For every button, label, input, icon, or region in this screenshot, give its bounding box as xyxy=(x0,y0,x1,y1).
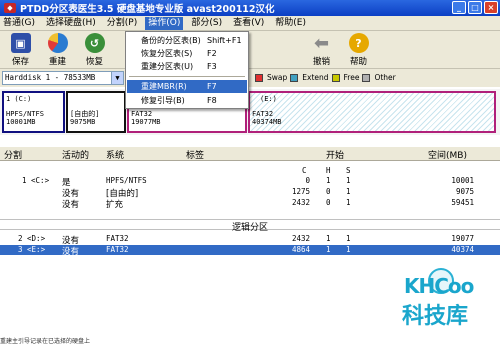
minimize-button[interactable]: _ xyxy=(452,1,466,14)
chevron-down-icon: ▼ xyxy=(111,72,123,84)
operation-dropdown: 备份的分区表(B) Shift+F1 恢复分区表(S) F2 重建分区表(U) … xyxy=(125,31,249,109)
close-button[interactable]: × xyxy=(484,1,498,14)
table-row[interactable]: 没有 扩充 2432 0 1 59451 xyxy=(0,198,500,210)
save-icon: ▣ xyxy=(10,33,31,53)
disk-select[interactable]: Harddisk 1 - 78533MB ▼ xyxy=(2,71,124,85)
menu-operation[interactable]: 操作(O) xyxy=(145,16,184,30)
menu-general[interactable]: 普通(G) xyxy=(0,17,38,30)
disk-bar: Harddisk 1 - 78533MB ▼ xyxy=(0,69,500,87)
rebuild-pie-icon xyxy=(47,33,68,53)
chs-header-row: C H S xyxy=(302,166,351,175)
diskmap-part-c[interactable]: 1 (C:) HPFS/NTFS 10001MB xyxy=(2,91,65,133)
menu-help[interactable]: 帮助(E) xyxy=(272,17,309,30)
menu-item-restore-partition-table[interactable]: 恢复分区表(S) F2 xyxy=(127,47,247,60)
col-label[interactable]: 标签 xyxy=(186,148,204,161)
col-start[interactable]: 开始 xyxy=(326,148,344,161)
legend-swatch-extend xyxy=(290,73,299,82)
menu-view[interactable]: 查看(V) xyxy=(230,17,267,30)
toolbar: ▣ 保存 重建 ↺ 恢复 ⬅ 撤销 ? 帮助 xyxy=(0,31,500,69)
menu-bar: 普通(G) 选择硬盘(H) 分割(P) 操作(O) 部分(S) 查看(V) 帮助… xyxy=(0,16,500,31)
table-row[interactable]: 没有 [自由的] 1275 0 1 9075 xyxy=(0,187,500,199)
menu-item-repair-boot[interactable]: 修复引导(B) F8 xyxy=(127,94,247,107)
restore-icon: ↺ xyxy=(84,33,105,53)
diskmap-part-free[interactable]: [自由的] 9075MB xyxy=(66,91,126,133)
legend: Swap Extend Free Other xyxy=(255,73,396,82)
col-split[interactable]: 分割 xyxy=(4,148,22,161)
rebuild-button[interactable]: 重建 xyxy=(39,31,76,69)
table-row[interactable]: 2 <D:> 没有 FAT32 2432 1 1 19077 xyxy=(0,234,500,246)
help-icon: ? xyxy=(348,33,369,53)
table-row-selected[interactable]: 3 <E:> 没有 FAT32 4864 1 1 40374 xyxy=(0,245,500,257)
col-space[interactable]: 空间(MB) xyxy=(428,148,467,161)
restore-button[interactable]: ↺ 恢复 xyxy=(76,31,113,69)
window-title: PTDD分区表医生3.5 硬盘基地专业版 avast200112汉化 xyxy=(20,4,275,15)
legend-swatch-swap xyxy=(255,73,263,82)
legend-swatch-free xyxy=(331,73,340,82)
undo-arrow-icon: ⬅ xyxy=(313,32,330,54)
menu-select-disk[interactable]: 选择硬盘(H) xyxy=(43,17,99,30)
diskmap-part-e[interactable]: (E:) FAT32 40374MB xyxy=(248,91,496,133)
title-bar: ◆ PTDD分区表医生3.5 硬盘基地专业版 avast200112汉化 _ □… xyxy=(0,0,500,16)
undo-button[interactable]: ⬅ 撤销 xyxy=(303,31,340,69)
save-button[interactable]: ▣ 保存 xyxy=(2,31,39,69)
col-system[interactable]: 系统 xyxy=(106,148,124,161)
menu-item-rebuild-mbr[interactable]: 重建MBR(R) F7 xyxy=(127,80,247,93)
partition-table-header: 分割 活动的 系统 标签 开始 空间(MB) xyxy=(0,147,500,161)
help-button[interactable]: ? 帮助 xyxy=(340,31,377,69)
logical-partition-title: 逻辑分区 xyxy=(0,219,500,233)
app-icon: ◆ xyxy=(4,3,16,13)
watermark-logo: KHCoo 科技库 xyxy=(392,262,498,342)
menu-partition[interactable]: 分割(P) xyxy=(104,17,140,30)
table-row[interactable]: 1 <C:> 是 HPFS/NTFS 0 1 1 10001 xyxy=(0,176,500,188)
menu-part[interactable]: 部分(S) xyxy=(188,17,225,30)
col-active[interactable]: 活动的 xyxy=(62,148,89,161)
menu-item-backup-partition-table[interactable]: 备份的分区表(B) Shift+F1 xyxy=(127,34,247,47)
maximize-button[interactable]: □ xyxy=(468,1,482,14)
legend-swatch-other xyxy=(362,73,371,82)
menu-separator xyxy=(129,76,245,77)
menu-item-rebuild-partition-table[interactable]: 重建分区表(U) F3 xyxy=(127,60,247,73)
disk-map: 1 (C:) HPFS/NTFS 10001MB [自由的] 9075MB FA… xyxy=(0,89,500,135)
